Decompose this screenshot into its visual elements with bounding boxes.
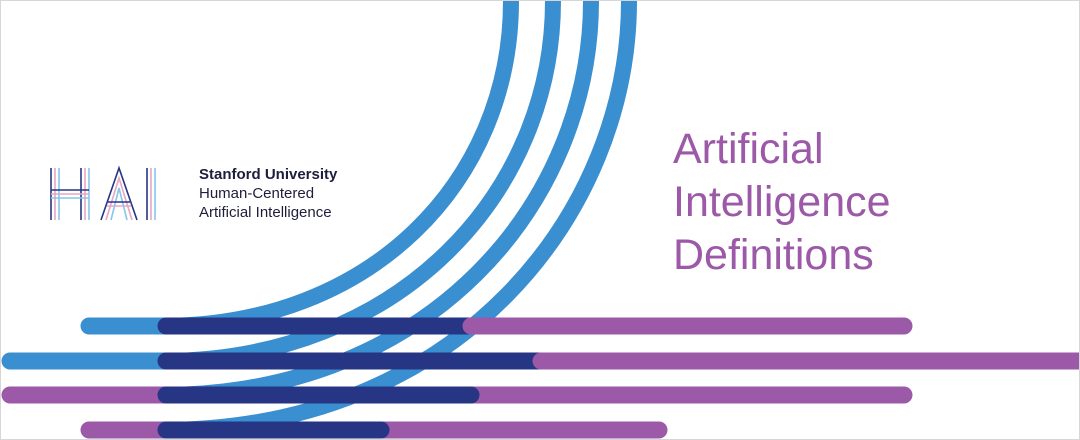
institute-line-2: Artificial Intelligence — [199, 203, 332, 221]
title-line-2: Intelligence — [673, 178, 891, 226]
university-name: Stanford University — [199, 165, 338, 183]
hai-logo: Stanford University Human-Centered Artif… — [49, 164, 337, 222]
title-line-1: Artificial — [673, 125, 824, 173]
title-line-3: Definitions — [673, 231, 874, 279]
hai-logo-mark — [50, 165, 156, 221]
hai-logo-text: Stanford University Human-Centered Artif… — [199, 165, 337, 222]
institute-line-1: Human-Centered — [199, 184, 315, 202]
hero-banner: Stanford University Human-Centered Artif… — [0, 0, 1080, 440]
page-title: Artificial Intelligence Definitions — [673, 123, 891, 282]
